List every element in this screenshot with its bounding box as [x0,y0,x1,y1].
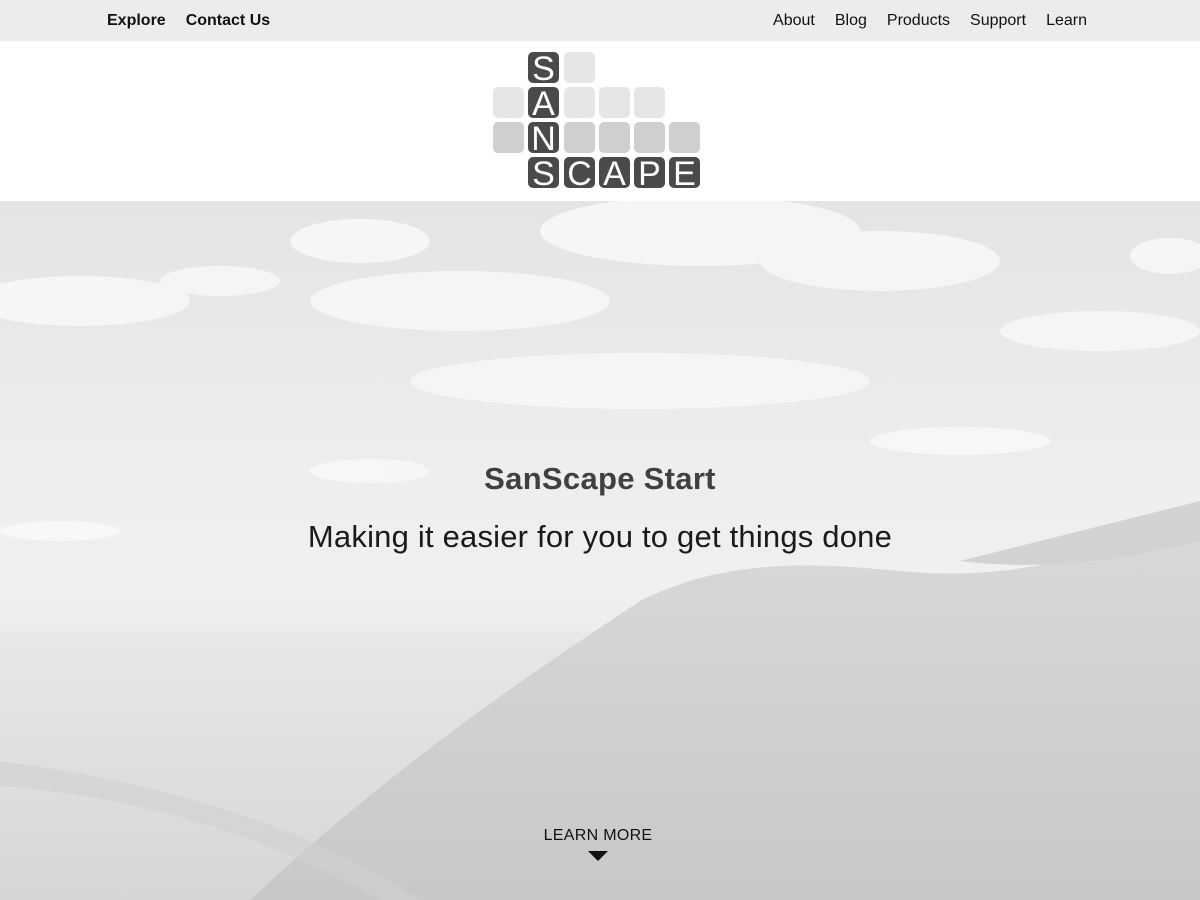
top-navigation-bar: Explore Contact Us About Blog Products S… [0,0,1200,41]
svg-text:A: A [532,85,555,123]
learn-more-label: LEARN MORE [543,827,653,844]
learn-more-button[interactable]: LEARN MORE [500,827,696,871]
arrow-down-icon [588,851,608,861]
nav-link-blog[interactable]: Blog [835,12,867,30]
logo-band: S A N S C A P E [0,41,1200,201]
svg-text:S: S [532,155,555,191]
sanscape-logo[interactable]: S A N S C A P E [492,51,704,191]
svg-text:A: A [603,155,626,191]
nav-link-contact-us[interactable]: Contact Us [186,12,270,30]
svg-text:P: P [638,155,661,191]
nav-link-learn[interactable]: Learn [1046,12,1087,30]
svg-text:S: S [532,51,555,88]
svg-text:N: N [531,120,556,158]
hero-title: SanScape Start [484,461,716,496]
hero-section: SanScape Start Making it easier for you … [0,201,1200,900]
nav-left-group: Explore Contact Us [107,0,290,41]
sanscape-logo-graphic: S A N S C A P E [493,51,700,191]
svg-text:E: E [673,155,696,191]
nav-link-support[interactable]: Support [970,12,1026,30]
nav-right-group: About Blog Products Support Learn [753,0,1087,41]
svg-text:C: C [567,155,592,191]
nav-link-explore[interactable]: Explore [107,12,166,30]
nav-link-about[interactable]: About [773,12,815,30]
nav-link-products[interactable]: Products [887,12,950,30]
hero-subtitle: Making it easier for you to get things d… [307,519,893,554]
